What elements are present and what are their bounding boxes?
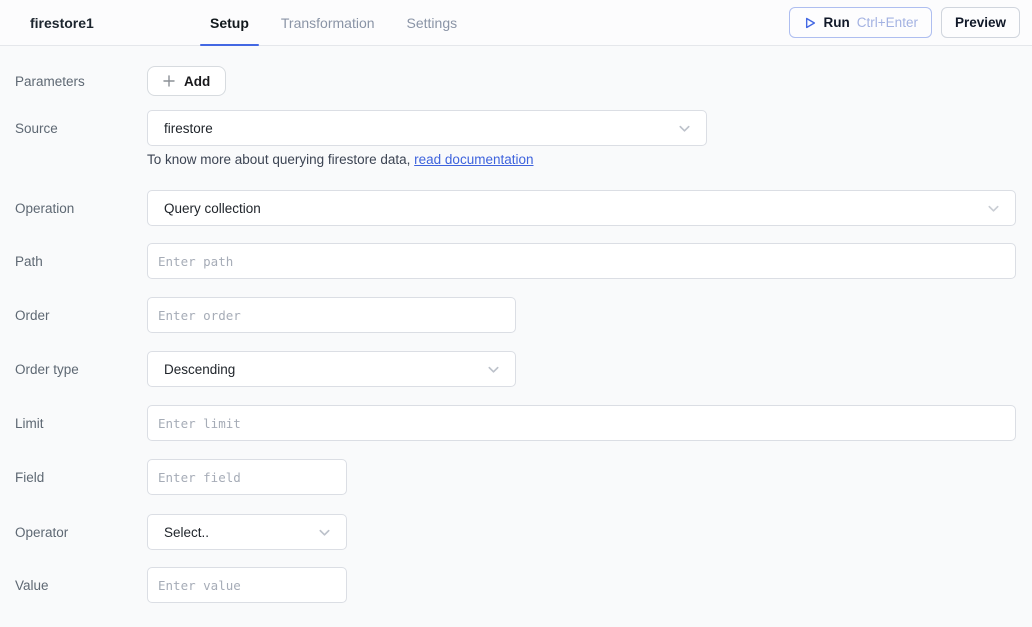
row-value: Value (15, 567, 1016, 603)
query-tabs: Setup Transformation Settings (200, 0, 479, 45)
row-source: Source firestore To know more about quer… (15, 110, 1016, 167)
order-label: Order (15, 297, 147, 333)
operator-select-value: Select.. (164, 525, 209, 540)
add-parameter-label: Add (184, 74, 210, 89)
field-input[interactable] (147, 459, 347, 495)
path-input[interactable] (147, 243, 1016, 279)
tab-transformation-label: Transformation (281, 15, 375, 31)
query-name: firestore1 (0, 0, 200, 45)
topbar-actions: Run Ctrl+Enter Preview (789, 0, 1032, 45)
field-label: Field (15, 459, 147, 495)
parameters-label: Parameters (15, 66, 147, 96)
value-input[interactable] (147, 567, 347, 603)
row-operator: Operator Select.. (15, 514, 1016, 550)
limit-input[interactable] (147, 405, 1016, 441)
tab-setup[interactable]: Setup (200, 0, 259, 45)
operation-select[interactable]: Query collection (147, 190, 1016, 226)
query-topbar: firestore1 Setup Transformation Settings… (0, 0, 1032, 46)
tab-settings[interactable]: Settings (397, 0, 468, 45)
tab-transformation[interactable]: Transformation (271, 0, 385, 45)
query-setup-form: Parameters Add Source firestore To know … (0, 46, 1032, 603)
tab-settings-label: Settings (407, 15, 458, 31)
path-label: Path (15, 243, 147, 279)
play-icon (803, 16, 817, 30)
limit-label: Limit (15, 405, 147, 441)
source-select-value: firestore (164, 121, 213, 136)
source-select[interactable]: firestore (147, 110, 707, 146)
source-label: Source (15, 110, 147, 146)
operation-label: Operation (15, 190, 147, 226)
order-type-label: Order type (15, 351, 147, 387)
order-input[interactable] (147, 297, 516, 333)
run-button[interactable]: Run Ctrl+Enter (789, 7, 932, 38)
chevron-down-icon (486, 362, 501, 377)
preview-button[interactable]: Preview (941, 7, 1020, 38)
row-order-type: Order type Descending (15, 351, 1016, 387)
row-operation: Operation Query collection (15, 190, 1016, 226)
add-parameter-button[interactable]: Add (147, 66, 226, 96)
source-helper-prefix: To know more about querying firestore da… (147, 152, 414, 167)
read-documentation-link[interactable]: read documentation (414, 152, 533, 167)
order-type-select-value: Descending (164, 362, 235, 377)
row-field: Field (15, 459, 1016, 495)
row-parameters: Parameters Add (15, 66, 1016, 96)
run-button-label: Run (824, 15, 850, 30)
order-type-select[interactable]: Descending (147, 351, 516, 387)
value-label: Value (15, 567, 147, 603)
operation-select-value: Query collection (164, 201, 261, 216)
row-limit: Limit (15, 405, 1016, 441)
operator-label: Operator (15, 514, 147, 550)
chevron-down-icon (677, 121, 692, 136)
plus-icon (163, 75, 175, 87)
source-helper-text: To know more about querying firestore da… (147, 152, 707, 167)
run-shortcut: Ctrl+Enter (857, 15, 918, 30)
tab-setup-label: Setup (210, 15, 249, 31)
chevron-down-icon (317, 525, 332, 540)
operator-select[interactable]: Select.. (147, 514, 347, 550)
row-path: Path (15, 243, 1016, 279)
row-order: Order (15, 297, 1016, 333)
chevron-down-icon (986, 201, 1001, 216)
